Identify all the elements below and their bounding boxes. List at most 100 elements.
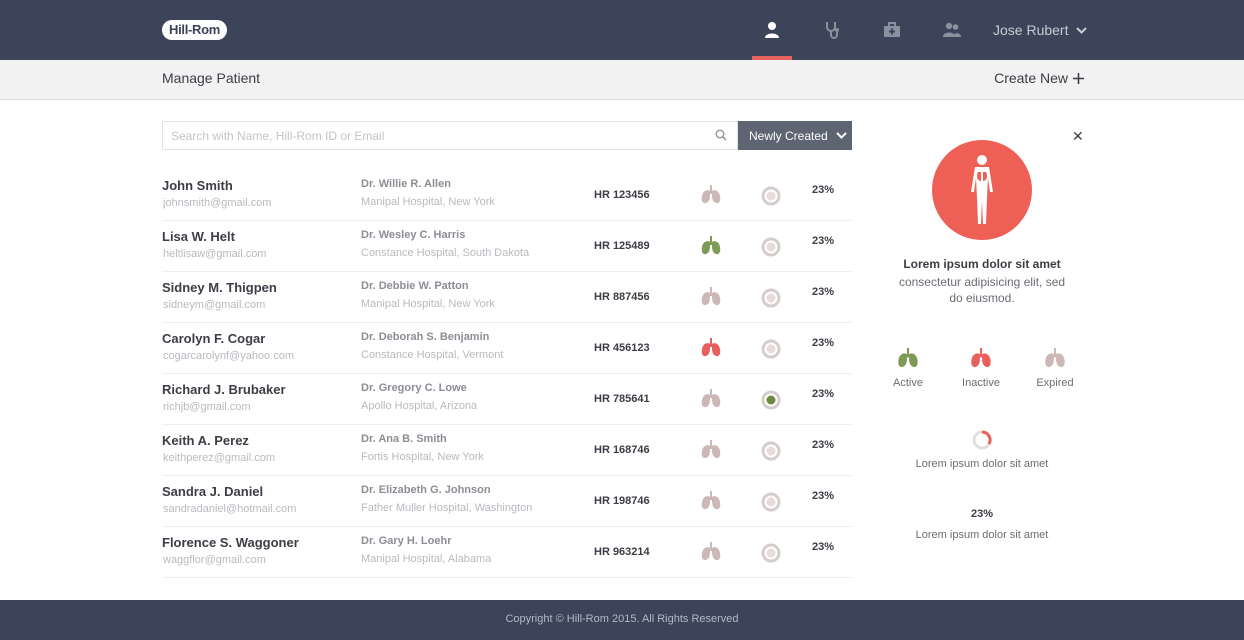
body-avatar — [932, 140, 1032, 240]
progress: 23% — [812, 541, 842, 553]
progress-percent: 23% — [812, 337, 835, 349]
user-name: Jose Rubert — [993, 22, 1069, 38]
patient-row[interactable]: Carolyn F. Cogar cogarcarolynf@yahoo.com… — [162, 323, 852, 374]
hospital-name: Constance Hospital, South Dakota — [361, 247, 530, 259]
doctor-name: Dr. Gregory C. Lowe — [361, 382, 467, 394]
hill-rom-id: HR 198746 — [594, 495, 650, 507]
lungs-icon — [700, 440, 722, 465]
hospital-name: Constance Hospital, Vermont — [361, 349, 504, 361]
progress-percent: 23% — [812, 388, 835, 400]
patient-row[interactable]: Florence S. Waggoner waggflor@gmail.com … — [162, 527, 852, 578]
patient-email: sandradaniel@hotmail.com — [163, 503, 297, 515]
patient-name[interactable]: Florence S. Waggoner — [162, 535, 299, 550]
status-ring-icon — [761, 288, 781, 313]
hill-rom-logo[interactable]: Hill-Rom — [162, 20, 228, 40]
patient-name[interactable]: Sidney M. Thigpen — [162, 280, 277, 295]
progress-percent: 23% — [812, 490, 835, 502]
hospital-name: Apollo Hospital, Arizona — [361, 400, 478, 412]
lungs-icon — [700, 236, 722, 261]
search-icon[interactable] — [715, 129, 727, 141]
legend-label: Expired — [1036, 377, 1074, 389]
patient-row[interactable]: Sidney M. Thigpen sidneym@gmail.com Dr. … — [162, 272, 852, 323]
patient-icon[interactable] — [752, 16, 792, 60]
lungs-icon — [700, 338, 722, 363]
status-ring-icon — [761, 543, 781, 568]
legend-expired: Expired — [1025, 348, 1085, 389]
create-new-button[interactable]: Create New — [994, 70, 1084, 86]
lungs-icon — [700, 491, 722, 516]
user-menu[interactable]: Jose Rubert — [993, 22, 1088, 38]
lungs-icon — [700, 389, 722, 414]
status-ring-icon — [761, 339, 781, 364]
hill-rom-id: HR 123456 — [594, 189, 650, 201]
ring-chart-icon — [972, 430, 992, 450]
patient-list: John Smith johnsmith@gmail.com Dr. Willi… — [162, 170, 852, 578]
doctor-name: Dr. Elizabeth G. Johnson — [361, 484, 491, 496]
patient-row[interactable]: John Smith johnsmith@gmail.com Dr. Willi… — [162, 170, 852, 221]
progress: 23% — [812, 490, 842, 502]
sort-dropdown[interactable]: Newly Created — [738, 121, 852, 150]
top-nav-bar: Hill-Rom Jose Rubert — [0, 0, 1244, 60]
lungs-icon — [896, 348, 920, 373]
status-ring-icon — [761, 237, 781, 262]
hill-rom-id: HR 125489 — [594, 240, 650, 252]
stat-progress: 23% Lorem ipsum dolor sit amet — [872, 508, 1092, 541]
patient-row[interactable]: Richard J. Brubaker richjb@gmail.com Dr.… — [162, 374, 852, 425]
progress: 23% — [812, 286, 842, 298]
legend-label: Inactive — [962, 377, 1000, 389]
progress-percent: 23% — [812, 235, 835, 247]
panel-description: consectetur adipisicing elit, sed do eiu… — [898, 275, 1066, 305]
status-ring-icon — [761, 186, 781, 211]
patient-email: keithperez@gmail.com — [163, 452, 276, 464]
legend-active: Active — [878, 348, 938, 389]
patient-name[interactable]: Richard J. Brubaker — [162, 382, 286, 397]
chevron-down-icon — [835, 132, 847, 139]
hospital-name: Fortis Hospital, New York — [361, 451, 484, 463]
copyright-text: Copyright © Hill-Rom 2015. All Rights Re… — [505, 613, 739, 625]
patient-email: richjb@gmail.com — [163, 401, 251, 413]
patient-name[interactable]: Sandra J. Daniel — [162, 484, 263, 499]
lungs-icon — [1043, 348, 1067, 373]
page-title: Manage Patient — [162, 70, 261, 86]
legend-inactive: Inactive — [951, 348, 1011, 389]
stethoscope-icon[interactable] — [812, 16, 852, 44]
patient-name[interactable]: Carolyn F. Cogar — [162, 331, 265, 346]
patient-email: johnsmith@gmail.com — [163, 197, 272, 209]
lungs-icon — [969, 348, 993, 373]
progress-percent: 23% — [812, 439, 835, 451]
stat-progress-text: Lorem ipsum dolor sit amet — [915, 529, 1049, 541]
patient-email: cogarcarolynf@yahoo.com — [163, 350, 295, 362]
patient-row[interactable]: Lisa W. Helt heltlisaw@gmail.com Dr. Wes… — [162, 221, 852, 272]
panel-title: Lorem ipsum dolor sit amet — [903, 257, 1061, 271]
patient-name[interactable]: Keith A. Perez — [162, 433, 249, 448]
hill-rom-id: HR 456123 — [594, 342, 650, 354]
patient-email: heltlisaw@gmail.com — [163, 248, 267, 260]
users-icon[interactable] — [932, 16, 972, 44]
search-input[interactable] — [171, 126, 711, 146]
patient-detail-panel: ✕ Lorem ipsum dolor sit amet consectetur… — [872, 120, 1092, 600]
create-new-label: Create New — [994, 70, 1068, 86]
doctor-name: Dr. Deborah S. Benjamin — [361, 331, 490, 343]
human-body-icon — [971, 155, 993, 224]
legend-label: Active — [893, 377, 923, 389]
progress: 23% — [812, 388, 842, 400]
stat-percent: 23% — [970, 508, 994, 520]
doctor-name: Dr. Debbie W. Patton — [361, 280, 469, 292]
doctor-name: Dr. Wesley C. Harris — [361, 229, 466, 241]
medical-kit-icon[interactable] — [872, 16, 912, 44]
plus-icon — [1073, 72, 1084, 84]
progress: 23% — [812, 337, 842, 349]
patient-row[interactable]: Sandra J. Daniel sandradaniel@hotmail.co… — [162, 476, 852, 527]
sort-selected: Newly Created — [749, 128, 828, 143]
progress-percent: 23% — [812, 541, 835, 553]
status-ring-icon — [761, 441, 781, 466]
patient-row[interactable]: Keith A. Perez keithperez@gmail.com Dr. … — [162, 425, 852, 476]
close-icon[interactable]: ✕ — [1072, 128, 1084, 145]
patient-name[interactable]: Lisa W. Helt — [162, 229, 235, 244]
progress-percent: 23% — [812, 184, 835, 196]
doctor-name: Dr. Ana B. Smith — [361, 433, 447, 445]
lungs-icon — [700, 185, 722, 210]
stat-ring-text: Lorem ipsum dolor sit amet — [915, 458, 1049, 470]
patient-name[interactable]: John Smith — [162, 178, 233, 193]
footer: Copyright © Hill-Rom 2015. All Rights Re… — [0, 600, 1244, 640]
